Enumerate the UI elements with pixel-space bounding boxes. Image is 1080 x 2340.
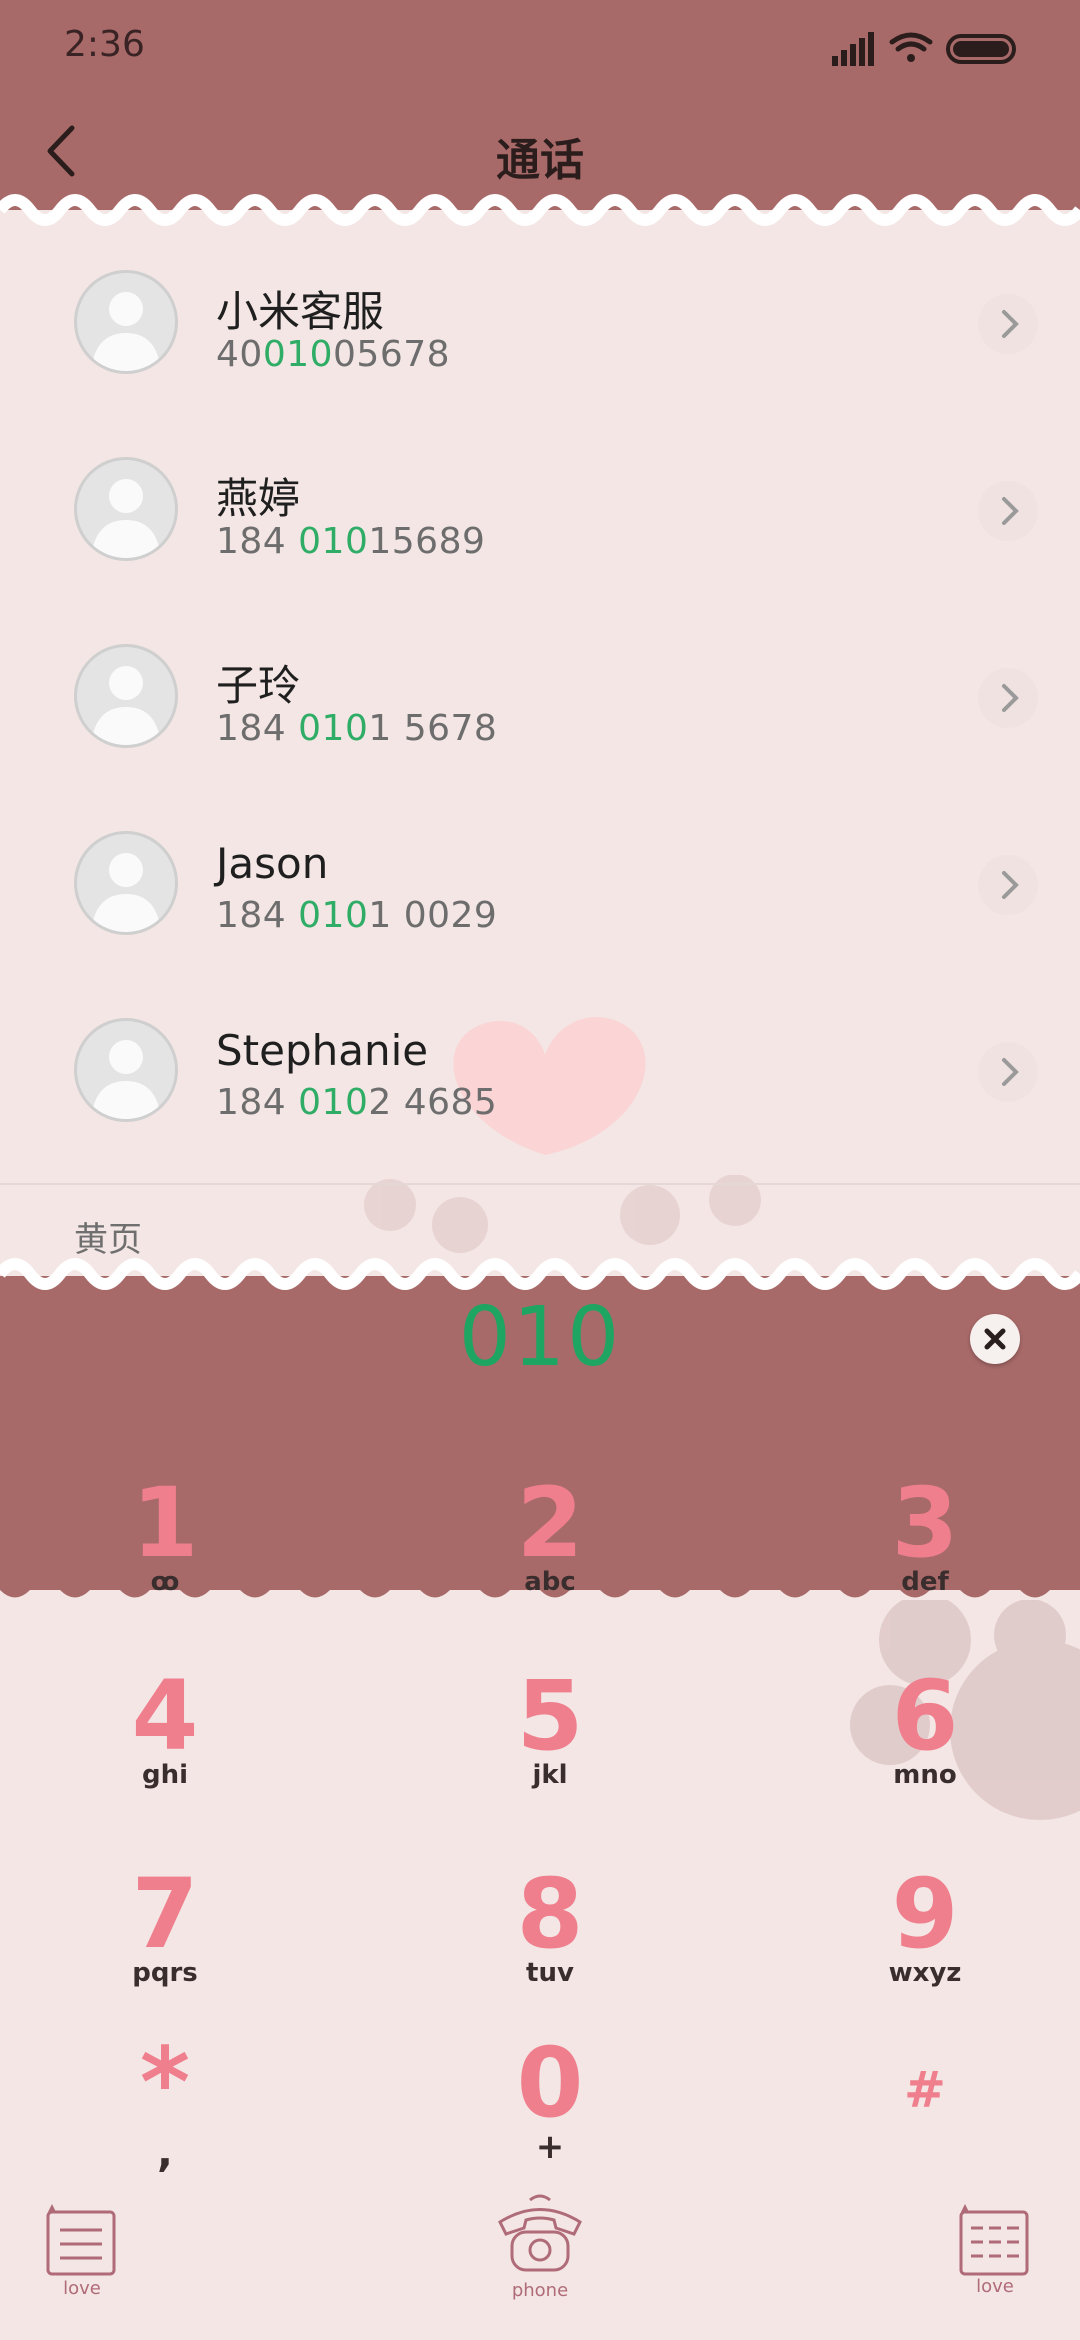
contact-number: 184 01015689 xyxy=(216,521,486,562)
key-2[interactable]: 2 abc xyxy=(400,1475,700,1625)
chevron-right-icon xyxy=(1002,871,1019,899)
dialpad-label: love xyxy=(976,2276,1014,2297)
avatar xyxy=(74,457,178,561)
person-icon xyxy=(91,292,161,371)
key-7[interactable]: 7 pqrs xyxy=(15,1866,315,2016)
phone-tab-button[interactable] xyxy=(490,2192,590,2282)
menu-label: love xyxy=(63,2278,101,2299)
key-5[interactable]: 5 jkl xyxy=(400,1668,700,1818)
chevron-right-icon xyxy=(1002,497,1019,525)
contact-name: 小米客服 xyxy=(216,287,385,336)
page-title: 通话 xyxy=(496,135,584,186)
status-time: 2:36 xyxy=(64,24,145,65)
menu-button[interactable] xyxy=(42,2200,122,2290)
contact-name: 燕婷 xyxy=(216,474,301,523)
close-icon xyxy=(984,1328,1006,1350)
contact-row[interactable]: 小米客服 4001005678 xyxy=(0,210,1080,397)
avatar xyxy=(74,270,178,374)
contact-row[interactable]: 燕婷 184 01015689 xyxy=(0,397,1080,584)
chevron-right-icon xyxy=(1002,1058,1019,1086)
avatar xyxy=(74,1018,178,1122)
key-4[interactable]: 4 ghi xyxy=(15,1668,315,1818)
phone-tab-label: phone xyxy=(511,2280,569,2301)
contact-number: 184 0102 4685 xyxy=(216,1082,498,1123)
status-icons xyxy=(832,32,1016,66)
telephone-icon xyxy=(498,2194,582,2272)
key-1[interactable]: 1ꝏ xyxy=(15,1475,315,1625)
clear-input-button[interactable] xyxy=(970,1314,1020,1364)
key-8[interactable]: 8 tuv xyxy=(400,1866,700,2016)
contact-name: Stephanie xyxy=(216,1026,429,1075)
wifi-icon xyxy=(889,32,933,62)
contact-row[interactable]: 子玲 184 0101 5678 xyxy=(0,584,1080,771)
contact-details-button[interactable] xyxy=(978,1042,1038,1102)
key-hash[interactable]: # xyxy=(775,2035,1075,2185)
battery-icon xyxy=(946,34,1016,64)
contact-number: 184 0101 0029 xyxy=(216,895,498,936)
list-divider xyxy=(0,1183,1080,1185)
dialed-number-display: 010 xyxy=(458,1290,622,1385)
contact-details-button[interactable] xyxy=(978,481,1038,541)
key-9[interactable]: 9 wxyz xyxy=(775,1866,1075,2016)
contact-details-button[interactable] xyxy=(978,668,1038,728)
contact-name: Jason xyxy=(216,839,329,888)
person-icon xyxy=(91,479,161,558)
contact-details-button[interactable] xyxy=(978,294,1038,354)
person-icon xyxy=(91,853,161,932)
contact-row[interactable]: Jason 184 0101 0029 xyxy=(0,771,1080,958)
chevron-right-icon xyxy=(1002,310,1019,338)
key-0[interactable]: 0 + xyxy=(400,2035,700,2185)
avatar xyxy=(74,644,178,748)
signal-icon xyxy=(832,32,874,66)
chevron-right-icon xyxy=(1002,684,1019,712)
person-icon xyxy=(91,666,161,745)
key-star[interactable]: *, xyxy=(15,2035,315,2185)
contact-number: 4001005678 xyxy=(216,334,451,375)
key-3[interactable]: 3 def xyxy=(775,1475,1075,1625)
contact-list: 小米客服 4001005678 燕婷 184 01015689 子玲 184 0… xyxy=(0,210,1080,1185)
contact-name: 子玲 xyxy=(216,661,301,710)
key-6[interactable]: 6 mno xyxy=(775,1668,1075,1818)
contact-number: 184 0101 5678 xyxy=(216,708,498,749)
person-icon xyxy=(91,1040,161,1119)
avatar xyxy=(74,831,178,935)
menu-icon xyxy=(46,2204,116,2276)
contact-details-button[interactable] xyxy=(978,855,1038,915)
contact-row[interactable]: Stephanie 184 0102 4685 xyxy=(0,958,1080,1145)
wavy-divider-middle xyxy=(0,1258,1080,1290)
